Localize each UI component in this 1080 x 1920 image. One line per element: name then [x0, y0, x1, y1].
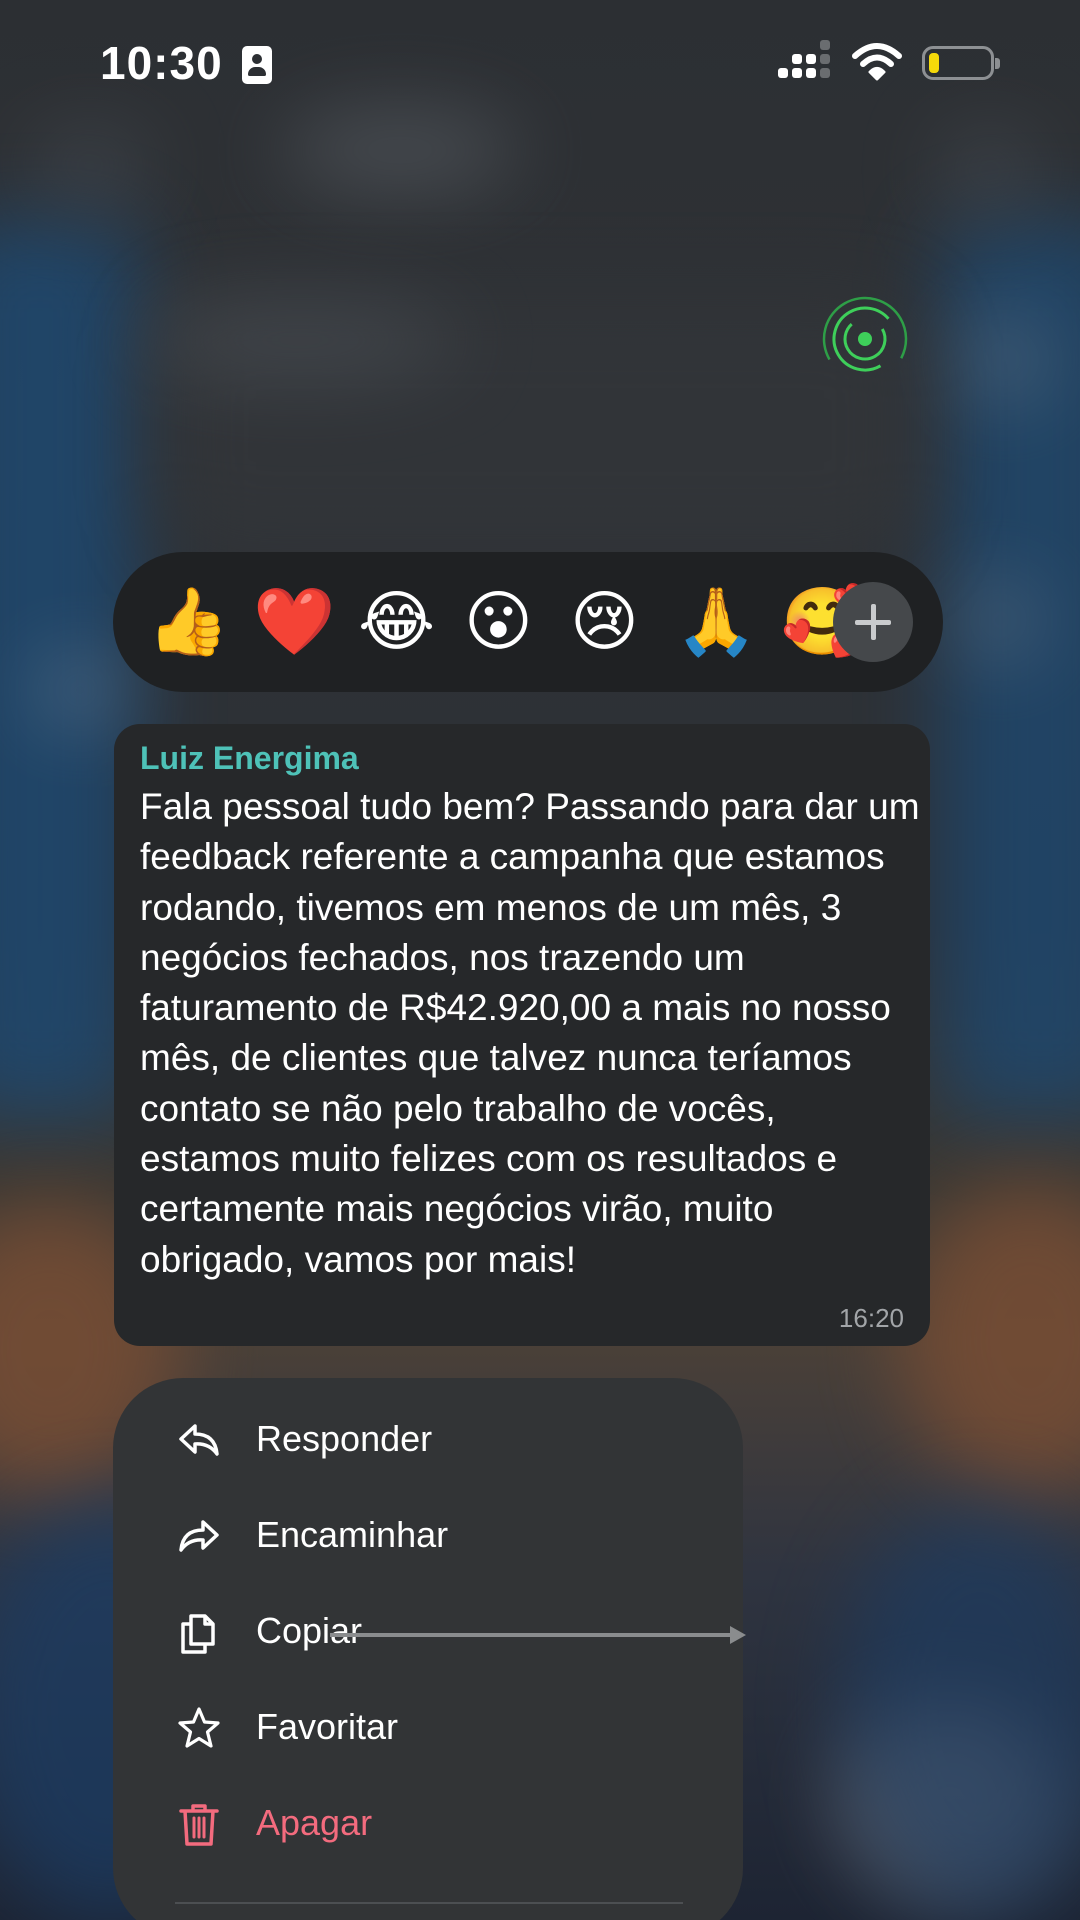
menu-item-favorite[interactable]: Favoritar — [113, 1680, 743, 1776]
reaction-open-mouth[interactable]: 😮 — [464, 584, 533, 660]
message-timestamp: 16:20 — [838, 1303, 904, 1333]
contact-card-icon — [242, 46, 272, 84]
reaction-tears-of-joy[interactable]: 😂 — [358, 584, 435, 660]
reaction-folded-hands[interactable]: 🙏 — [675, 584, 757, 660]
menu-label-reply: Responder — [256, 1418, 433, 1459]
menu-divider — [175, 1902, 683, 1904]
trash-icon — [179, 1804, 219, 1846]
status-time: 10:30 — [100, 37, 223, 89]
more-reactions-button[interactable] — [833, 582, 913, 662]
reaction-crying-face[interactable]: 😢 — [570, 584, 639, 660]
forward-icon — [179, 1520, 219, 1552]
menu-item-reply[interactable]: Responder — [113, 1392, 743, 1488]
reaction-thumbs-up[interactable]: 👍 — [147, 584, 229, 660]
cellular-signal-icon — [778, 40, 834, 82]
menu-label-favorite: Favoritar — [256, 1706, 399, 1747]
reaction-picker: 👍 ❤️ 😂 😮 😢 🙏 🥰 — [113, 552, 943, 692]
menu-item-delete[interactable]: Apagar — [113, 1776, 743, 1872]
battery-icon — [922, 46, 1000, 80]
star-icon — [178, 1707, 220, 1748]
reply-icon — [179, 1424, 219, 1456]
menu-label-delete: Apagar — [256, 1802, 373, 1843]
message-bubble[interactable]: Luiz Energima Fala pessoal tudo bem? Pas… — [114, 724, 930, 1346]
drag-arrow-icon — [330, 1626, 746, 1644]
reaction-red-heart[interactable]: ❤️ — [253, 584, 335, 660]
live-location-icon — [822, 296, 908, 382]
message-sender: Luiz Energima — [140, 740, 359, 776]
message-text: Fala pessoal tudo bem? Passando para dar… — [140, 786, 920, 1280]
status-bar: 10:30 — [0, 0, 1080, 130]
menu-label-forward: Encaminhar — [256, 1514, 449, 1555]
wifi-icon — [852, 43, 902, 81]
menu-item-forward[interactable]: Encaminhar — [113, 1488, 743, 1584]
context-menu: Responder Encaminhar Copiar Favoritar Ap… — [113, 1378, 743, 1920]
copy-icon — [181, 1614, 215, 1654]
